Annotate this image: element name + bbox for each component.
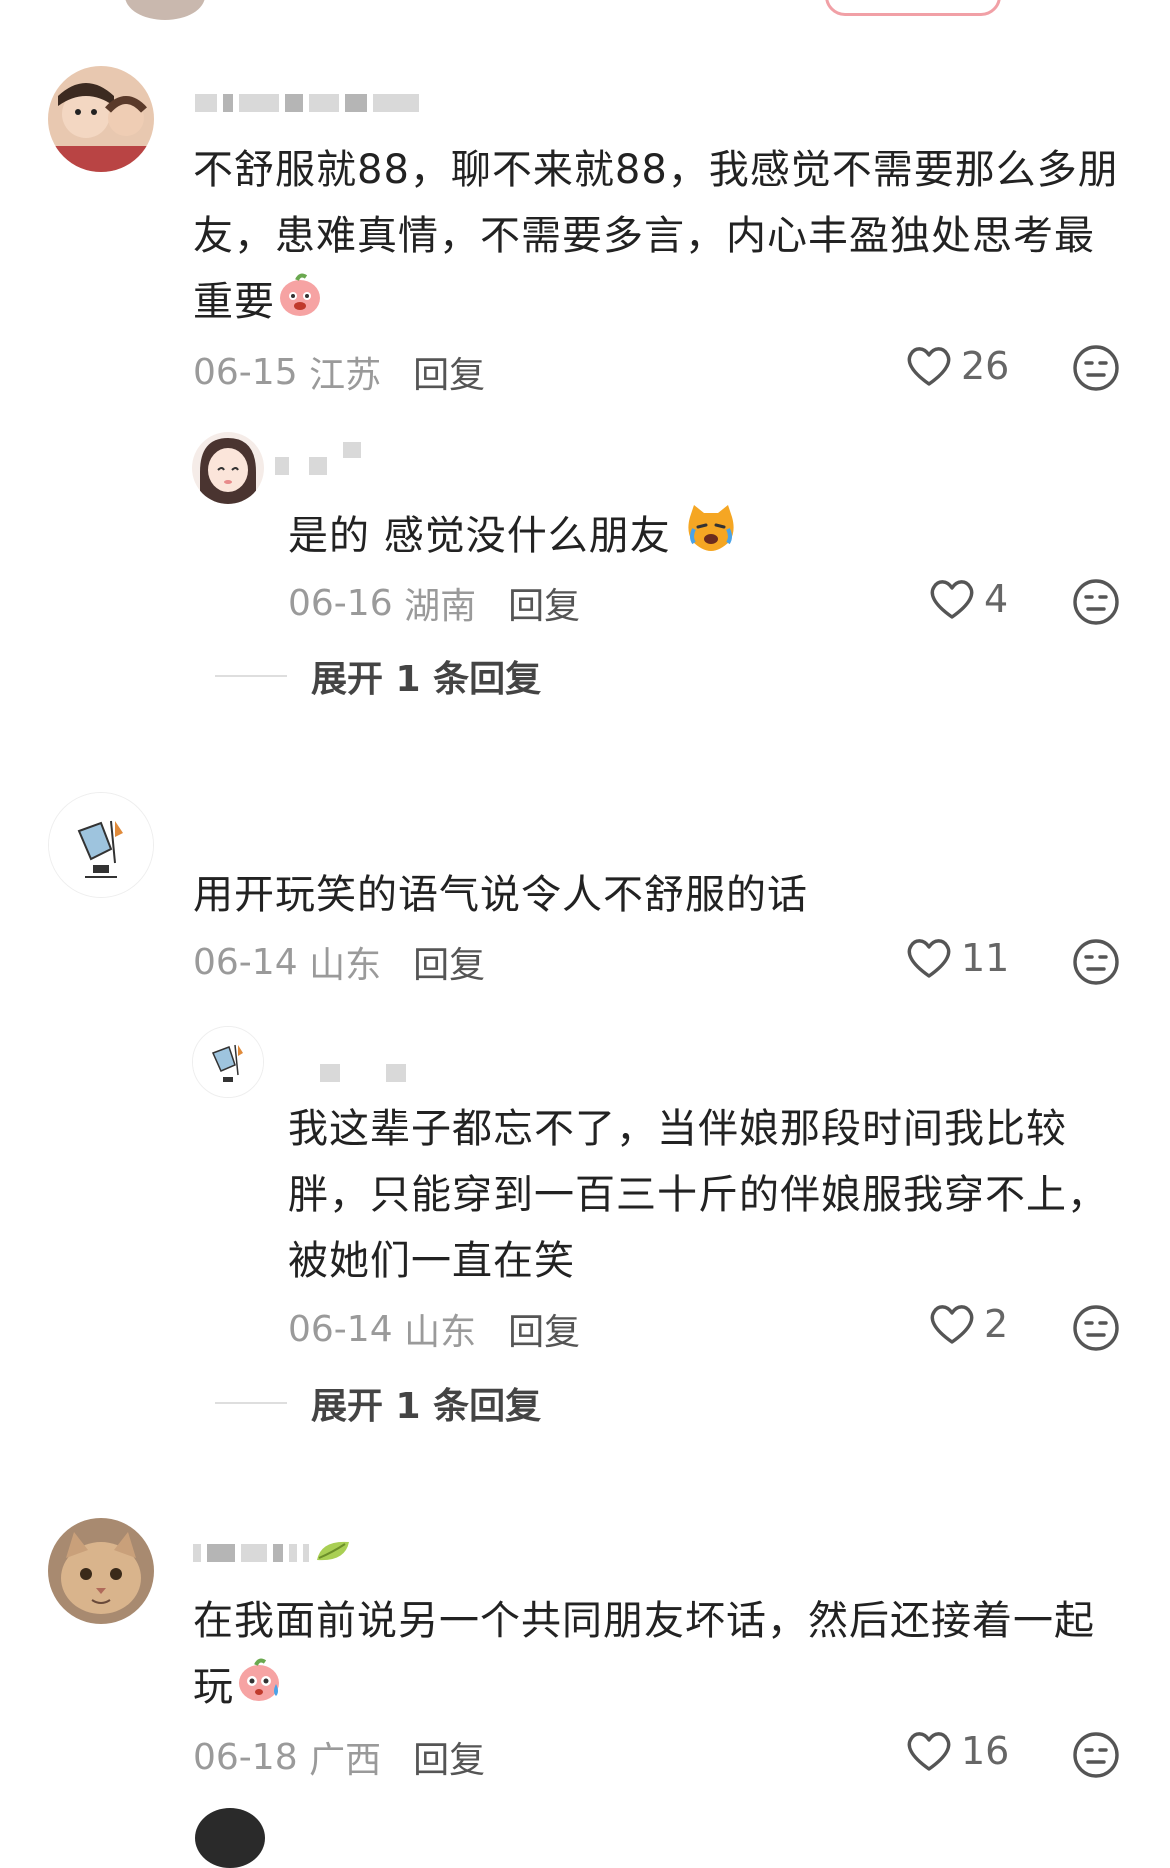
neutral-face-icon[interactable] — [1072, 578, 1120, 626]
expand-replies-label: 展开 1 条回复 — [311, 1386, 542, 1427]
comment-meta: 06-14 山东 回复 — [193, 936, 485, 988]
divider — [215, 675, 287, 677]
avatar-partial-bottom[interactable] — [195, 1808, 265, 1868]
crying-cat-emoji — [684, 503, 738, 573]
username-masked[interactable] — [320, 1062, 406, 1084]
leaf-icon — [315, 1538, 351, 1568]
avatar-partial-top[interactable] — [125, 0, 205, 20]
like-count: 4 — [984, 577, 1009, 621]
comment-location: 山东 — [404, 1312, 477, 1353]
expand-replies-button[interactable]: 展开 1 条回复 — [215, 1377, 541, 1429]
heart-outline-icon — [907, 1732, 951, 1771]
comment-text: 用开玩笑的语气说令人不舒服的话 — [193, 872, 808, 918]
avatar[interactable] — [48, 792, 154, 898]
like-count: 26 — [961, 344, 1010, 388]
like-button[interactable]: 2 — [928, 1302, 1008, 1346]
heart-outline-icon — [907, 939, 951, 978]
comment-location: 广西 — [309, 1740, 382, 1781]
comment-date: 06-15 — [193, 351, 298, 393]
comment-date: 06-18 — [193, 1736, 298, 1778]
expand-replies-button[interactable]: 展开 1 条回复 — [215, 650, 541, 702]
avatar[interactable] — [192, 432, 264, 504]
comment-meta: 06-15 江苏 回复 — [193, 346, 485, 398]
comment-date: 06-14 — [288, 1308, 393, 1350]
reply-button[interactable]: 回复 — [508, 577, 580, 629]
heart-outline-icon — [907, 347, 951, 386]
avatar[interactable] — [192, 1026, 264, 1098]
like-count: 2 — [984, 1302, 1009, 1346]
comment-meta: 06-16 湖南 回复 — [288, 577, 580, 629]
avatar[interactable] — [48, 1518, 154, 1624]
expand-replies-label: 展开 1 条回复 — [311, 659, 542, 700]
comment-meta: 06-14 山东 回复 — [288, 1303, 580, 1355]
comment-text: 是的 感觉没什么朋友 — [288, 503, 1108, 573]
divider — [215, 1402, 287, 1404]
heart-outline-icon — [930, 580, 974, 619]
like-button[interactable]: 16 — [905, 1729, 1009, 1773]
reply-button[interactable]: 回复 — [413, 936, 485, 988]
comment-date: 06-16 — [288, 582, 393, 624]
reply-button[interactable]: 回复 — [413, 1731, 485, 1783]
neutral-face-icon[interactable] — [1072, 1731, 1120, 1779]
like-button[interactable]: 11 — [905, 936, 1009, 980]
comment-location: 山东 — [309, 945, 382, 986]
avatar[interactable] — [48, 66, 154, 172]
like-count: 16 — [961, 1729, 1010, 1773]
like-count: 11 — [961, 936, 1010, 980]
follow-button-partial[interactable] — [825, 0, 1001, 16]
comment-date: 06-14 — [193, 941, 298, 983]
peach-sweat-emoji — [234, 1654, 284, 1724]
neutral-face-icon[interactable] — [1072, 938, 1120, 986]
neutral-face-icon[interactable] — [1072, 344, 1120, 392]
like-button[interactable]: 26 — [905, 344, 1009, 388]
like-button[interactable]: 4 — [928, 577, 1008, 621]
username-masked[interactable] — [195, 92, 419, 114]
comment-location: 江苏 — [309, 355, 382, 396]
comment-meta: 06-18 广西 回复 — [193, 1731, 485, 1783]
reply-button[interactable]: 回复 — [413, 346, 485, 398]
comment-location: 湖南 — [404, 586, 477, 627]
comment-text: 不舒服就88，聊不来就88，我感觉不需要那么多朋友，患难真情，不需要多言，内心丰… — [193, 137, 1128, 339]
heart-outline-icon — [930, 1305, 974, 1344]
comment-text: 我这辈子都忘不了，当伴娘那段时间我比较胖，只能穿到一百三十斤的伴娘服我穿不上，被… — [288, 1106, 1108, 1284]
username-masked[interactable] — [275, 455, 327, 477]
neutral-face-icon[interactable] — [1072, 1304, 1120, 1352]
reply-button[interactable]: 回复 — [508, 1303, 580, 1355]
username-masked[interactable] — [193, 1541, 351, 1564]
peach-face-emoji — [275, 269, 325, 339]
comment-text: 在我面前说另一个共同朋友坏话，然后还接着一起玩 — [193, 1588, 1128, 1724]
